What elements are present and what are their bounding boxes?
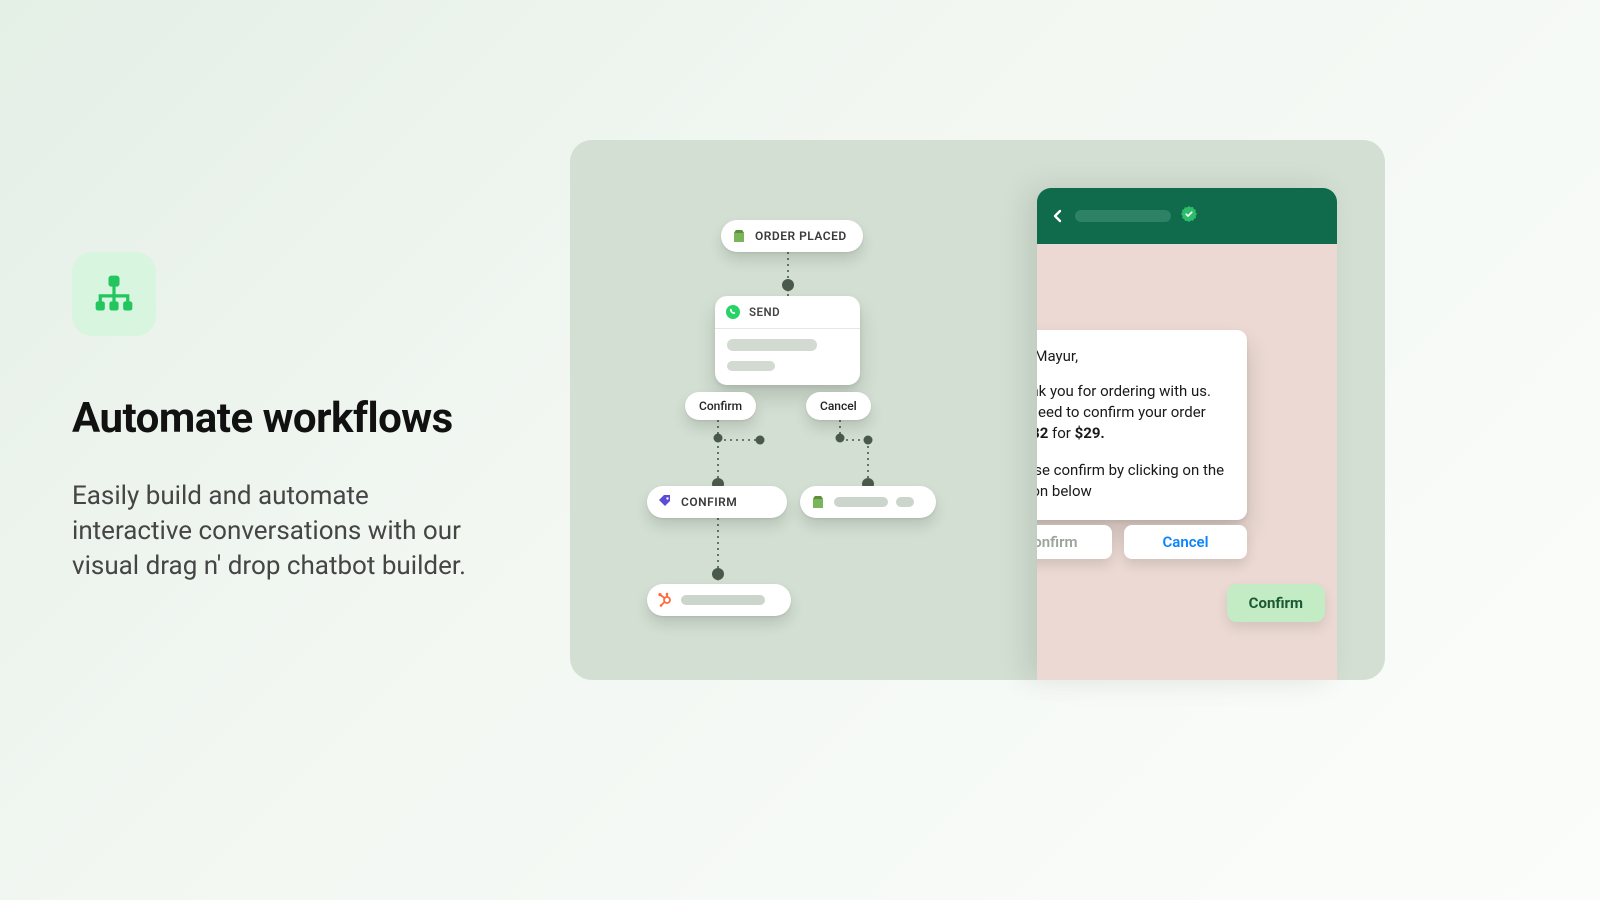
chat-message-bubble: Hey Mayur, Thank you for ordering with u… (1037, 330, 1247, 520)
message-body-1: Thank you for ordering with us. We need … (1037, 381, 1231, 444)
whatsapp-icon (725, 304, 741, 320)
workflow-icon-badge (72, 252, 156, 336)
phone-preview: Hey Mayur, Thank you for ordering with u… (1037, 188, 1337, 680)
node-order-placed[interactable]: ORDER PLACED (721, 220, 863, 252)
node-confirm[interactable]: CONFIRM (647, 486, 787, 518)
node-send[interactable]: SEND (715, 296, 860, 385)
branch-cancel[interactable]: Cancel (806, 392, 871, 420)
placeholder-line (834, 497, 888, 507)
message-body-2: Please confirm by clicking on the button… (1037, 460, 1231, 502)
node-label: CONFIRM (681, 495, 737, 509)
phone-header (1037, 188, 1337, 244)
shopify-bag-icon (731, 228, 747, 244)
placeholder-line (727, 339, 817, 351)
tree-icon (92, 272, 136, 316)
node-label: ORDER PLACED (755, 229, 847, 243)
contact-name-placeholder (1075, 210, 1171, 222)
user-reply-bubble: Confirm (1227, 584, 1325, 622)
message-greeting: Hey Mayur, (1037, 346, 1231, 367)
page-subcopy: Easily build and automate interactive co… (72, 479, 482, 584)
page-headline: Automate workflows (72, 394, 492, 443)
verified-badge-icon (1181, 206, 1197, 226)
left-column: Automate workflows Easily build and auto… (72, 252, 492, 584)
shopify-bag-icon (810, 494, 826, 510)
tag-icon (657, 494, 673, 510)
node-hubspot-action[interactable] (647, 584, 791, 616)
placeholder-line (727, 361, 775, 371)
message-quick-replies: Confirm Cancel (1037, 525, 1247, 559)
send-label: SEND (749, 305, 780, 319)
back-icon[interactable] (1051, 204, 1065, 228)
hubspot-icon (657, 592, 673, 608)
node-shopify-action[interactable] (800, 486, 936, 518)
branch-label: Confirm (699, 399, 742, 413)
workflow-panel: ORDER PLACED SEND Confirm Cancel CONFIRM (570, 140, 1385, 680)
branch-confirm[interactable]: Confirm (685, 392, 756, 420)
placeholder-line (681, 595, 765, 605)
quick-reply-cancel[interactable]: Cancel (1124, 525, 1247, 559)
placeholder-line (896, 497, 914, 507)
quick-reply-confirm[interactable]: Confirm (1037, 525, 1112, 559)
branch-label: Cancel (820, 399, 857, 413)
